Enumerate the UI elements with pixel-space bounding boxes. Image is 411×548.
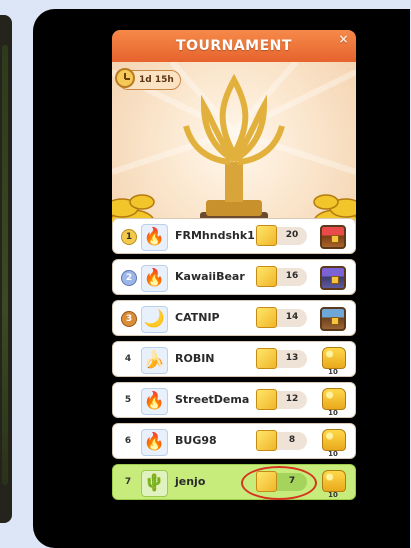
- background-app-edge: [0, 15, 12, 523]
- reward-count: 10: [328, 409, 338, 417]
- score-value: 14: [285, 312, 299, 322]
- leaderboard-row[interactable]: 3 🌙 CATNIP 14: [112, 300, 356, 336]
- treasure-chest-icon: [320, 225, 346, 249]
- coin-stack-icon: [322, 347, 346, 369]
- treasure-chest-icon: [320, 266, 346, 290]
- score-value: 12: [285, 394, 299, 404]
- reward-count: 10: [328, 450, 338, 458]
- cactus-icon: 🌵: [141, 470, 168, 497]
- leaderboard-row[interactable]: 4 🍌 ROBIN 13 10: [112, 341, 356, 377]
- timer-badge: 1d 15h: [115, 68, 181, 90]
- reward-slot: [317, 221, 349, 253]
- reward-slot: 10: [317, 467, 349, 499]
- score-highlight-circle: [241, 466, 317, 500]
- dialog-title: TOURNAMENT: [176, 38, 292, 54]
- flame-icon: 🔥: [141, 429, 168, 456]
- flame-icon: 🔥: [141, 265, 168, 292]
- coin-stack-icon: [322, 470, 346, 492]
- player-name: CATNIP: [175, 311, 220, 324]
- reward-count: 10: [328, 368, 338, 376]
- reward-slot: 10: [317, 344, 349, 376]
- clock-icon: [115, 68, 135, 88]
- leaderboard-row[interactable]: 6 🔥 BUG98 8 10: [112, 423, 356, 459]
- rank-badge: 6: [124, 436, 132, 446]
- tournament-dialog: TOURNAMENT × 1d 15h 1 🔥 FRMhndshk1 20 2 …: [112, 30, 356, 508]
- score-value: 16: [285, 271, 299, 281]
- leaderboard-row[interactable]: 1 🔥 FRMhndshk1 20: [112, 218, 356, 254]
- gold-tile-icon: [256, 430, 277, 451]
- reward-count: 10: [328, 491, 338, 499]
- rank-badge: 7: [124, 477, 132, 487]
- rank-badge: 5: [124, 395, 132, 405]
- score-value: 20: [285, 230, 299, 240]
- reward-slot: 10: [317, 426, 349, 458]
- reward-slot: 10: [317, 385, 349, 417]
- flame-icon: 🔥: [141, 224, 168, 251]
- reward-slot: [317, 303, 349, 335]
- player-name: StreetDema: [175, 393, 250, 406]
- score-pill: 16: [256, 266, 307, 287]
- player-name: KawaiiBear: [175, 270, 245, 283]
- player-name: jenjo: [175, 475, 206, 488]
- player-name: FRMhndshk1: [175, 229, 255, 242]
- score-pill: 12: [256, 389, 307, 410]
- flame-icon: 🔥: [141, 388, 168, 415]
- score-value: 8: [288, 435, 296, 445]
- rank-badge: 1: [121, 229, 137, 245]
- gold-tile-icon: [256, 389, 277, 410]
- gold-tile-icon: [256, 266, 277, 287]
- coin-stack-icon: [322, 429, 346, 451]
- player-name: BUG98: [175, 434, 217, 447]
- leaderboard-row[interactable]: 2 🔥 KawaiiBear 16: [112, 259, 356, 295]
- timer-text: 1d 15h: [139, 75, 174, 85]
- reward-slot: [317, 262, 349, 294]
- treasure-chest-icon: [320, 307, 346, 331]
- player-name: ROBIN: [175, 352, 215, 365]
- score-pill: 14: [256, 307, 307, 328]
- dialog-header: TOURNAMENT ×: [112, 30, 356, 62]
- score-pill: 13: [256, 348, 307, 369]
- moon-icon: 🌙: [141, 306, 168, 333]
- gold-tile-icon: [256, 348, 277, 369]
- score-value: 13: [285, 353, 299, 363]
- score-pill: 8: [256, 430, 307, 451]
- rank-badge: 4: [124, 354, 132, 364]
- score-pill: 20: [256, 225, 307, 246]
- close-button[interactable]: ×: [338, 32, 349, 46]
- rank-badge: 3: [121, 311, 137, 327]
- banana-icon: 🍌: [141, 347, 168, 374]
- gold-tile-icon: [256, 307, 277, 328]
- leaderboard-row[interactable]: 7 🌵 jenjo 7 10: [112, 464, 356, 500]
- leaderboard-row[interactable]: 5 🔥 StreetDema 12 10: [112, 382, 356, 418]
- coin-stack-icon: [322, 388, 346, 410]
- rank-badge: 2: [121, 270, 137, 286]
- gold-tile-icon: [256, 225, 277, 246]
